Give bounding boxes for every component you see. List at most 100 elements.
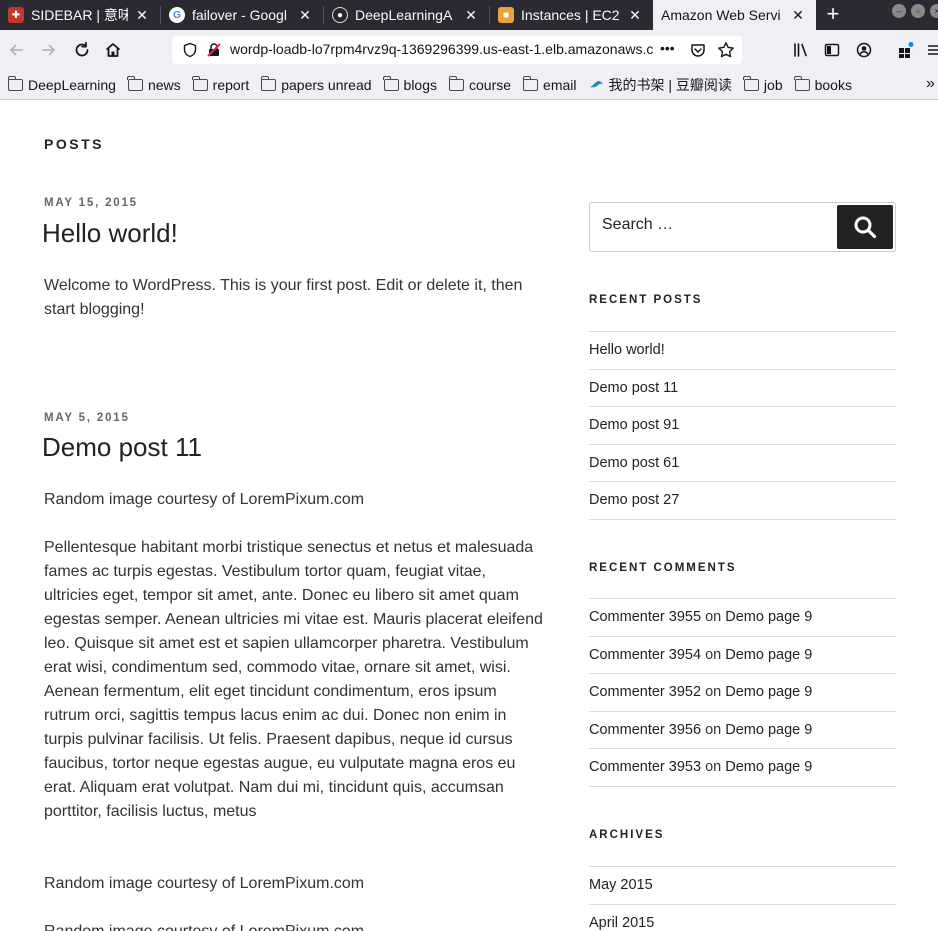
tab-sidebar[interactable]: ✚ SIDEBAR | 意味 ✕ [0, 0, 160, 30]
address-bar[interactable]: wordp-loadb-lo7rpm4rvz9q-1369296399.us-e… [172, 36, 742, 64]
bookmark-news[interactable]: news [127, 75, 181, 93]
recent-post-link[interactable]: Demo post 11 [589, 370, 896, 407]
extensions-button[interactable] [894, 38, 918, 62]
archives-list: May 2015 April 2015 [589, 866, 896, 931]
bookmark-label: books [814, 76, 852, 93]
home-button[interactable] [101, 38, 125, 62]
aws-cube-icon: ■ [498, 7, 514, 23]
back-button[interactable] [4, 38, 28, 62]
comment-on-text: on [705, 721, 722, 738]
page-actions-menu-icon[interactable]: ••• [660, 40, 675, 56]
tab-instances-ec2[interactable]: ■ Instances | EC2 ✕ [490, 0, 653, 30]
comment-author-link[interactable]: Commenter 3956 [589, 722, 701, 738]
bookmark-star-icon[interactable] [717, 41, 735, 64]
recent-posts-list: Hello world! Demo post 11 Demo post 91 D… [589, 331, 896, 520]
bookmark-label: email [543, 76, 577, 93]
close-tab-icon[interactable]: ✕ [627, 7, 643, 24]
folder-icon [192, 75, 208, 91]
tab-failover-google[interactable]: G failover - Googl ✕ [161, 0, 323, 30]
post-paragraph: Random image courtesy of LoremPixum.com [44, 920, 544, 931]
bookmark-report[interactable]: report [192, 75, 250, 93]
comment-author-link[interactable]: Commenter 3955 [589, 609, 701, 625]
folder-icon [448, 75, 464, 91]
bookmark-books[interactable]: books [794, 75, 852, 93]
recent-post-link[interactable]: Demo post 27 [589, 482, 896, 520]
post-paragraph: Random image courtesy of LoremPixum.com [44, 875, 365, 892]
post-title[interactable]: Demo post 11 [42, 432, 202, 463]
sidebar-toggle-button[interactable] [820, 38, 844, 62]
reload-icon [75, 41, 89, 57]
comment-post-link[interactable]: Demo page 9 [725, 722, 812, 738]
close-tab-icon[interactable]: ✕ [790, 7, 806, 24]
recent-post-link[interactable]: Demo post 91 [589, 407, 896, 445]
bookmark-deeplearning[interactable]: DeepLearning [7, 75, 116, 93]
app-menu-button[interactable] [922, 38, 938, 62]
url-text[interactable]: wordp-loadb-lo7rpm4rvz9q-1369296399.us-e… [230, 41, 654, 57]
comment-author-link[interactable]: Commenter 3953 [589, 759, 701, 775]
comment-post-link[interactable]: Demo page 9 [725, 647, 812, 663]
account-button[interactable] [852, 38, 876, 62]
bookmark-papers-unread[interactable]: papers unread [260, 75, 372, 93]
maximize-window-icon[interactable]: ▫ [911, 4, 925, 18]
minimize-window-icon[interactable]: – [892, 4, 906, 18]
tab-title: failover - Googl [192, 7, 287, 23]
comment-author-link[interactable]: Commenter 3954 [589, 647, 701, 663]
archive-link[interactable]: April 2015 [589, 905, 896, 931]
bookmark-douban-reading[interactable]: 我的书架 | 豆瓣阅读 [589, 75, 732, 95]
recent-comment-item: Commenter 3954 on Demo page 9 [589, 637, 896, 674]
post-paragraph: Random image courtesy of LoremPixum.com [44, 491, 365, 508]
insecure-lock-icon[interactable] [206, 42, 222, 63]
search-button[interactable] [837, 205, 893, 249]
comment-author-link[interactable]: Commenter 3952 [589, 684, 701, 700]
new-tab-button[interactable]: + [820, 0, 846, 30]
tracking-shield-icon[interactable] [182, 42, 198, 63]
close-window-icon[interactable]: × [930, 4, 938, 18]
bookmark-label: DeepLearning [28, 76, 116, 93]
search-input[interactable] [602, 216, 832, 234]
recent-post-link[interactable]: Demo post 61 [589, 445, 896, 482]
search-icon [854, 216, 877, 239]
douban-icon [589, 80, 603, 87]
close-tab-icon[interactable]: ✕ [463, 7, 479, 24]
library-button[interactable] [789, 38, 813, 62]
post-date[interactable]: MAY 5, 2015 [44, 412, 130, 424]
bookmark-label: news [147, 76, 181, 93]
forward-button[interactable] [37, 38, 61, 62]
archive-link[interactable]: May 2015 [589, 867, 896, 905]
github-icon: ● [332, 7, 348, 23]
recent-comments-list: Commenter 3955 on Demo page 9 Commenter … [589, 598, 896, 787]
post-title[interactable]: Hello world! [42, 218, 178, 249]
folder-icon [7, 75, 23, 91]
recent-comment-item: Commenter 3955 on Demo page 9 [589, 599, 896, 637]
bookmark-course[interactable]: course [448, 75, 511, 93]
bookmark-blogs[interactable]: blogs [383, 75, 437, 93]
bookmark-email[interactable]: email [522, 75, 577, 93]
folder-icon [383, 75, 399, 91]
folder-icon [260, 75, 277, 91]
bookmark-job[interactable]: job [743, 75, 783, 93]
recent-comment-item: Commenter 3956 on Demo page 9 [589, 712, 896, 749]
comment-post-link[interactable]: Demo page 9 [725, 609, 812, 625]
comment-post-link[interactable]: Demo page 9 [725, 759, 812, 775]
reload-button[interactable] [70, 38, 94, 62]
post-date[interactable]: MAY 15, 2015 [44, 197, 138, 209]
navigation-toolbar: wordp-loadb-lo7rpm4rvz9q-1369296399.us-e… [0, 30, 938, 70]
comment-on-text: on [705, 759, 722, 775]
site-favicon-icon: ✚ [8, 7, 24, 23]
tab-amazon-web-services[interactable]: Amazon Web Servi ✕ [653, 0, 816, 30]
tab-title: Amazon Web Servi [661, 7, 781, 23]
recent-post-link[interactable]: Hello world! [589, 332, 896, 370]
tab-title: Instances | EC2 [521, 7, 620, 23]
close-tab-icon[interactable]: ✕ [297, 7, 313, 24]
bookmarks-overflow-icon[interactable]: » [926, 75, 935, 93]
pocket-icon[interactable] [690, 42, 706, 63]
bookmark-label: 我的书架 | 豆瓣阅读 [608, 76, 732, 93]
tab-deeplearning-github[interactable]: ● DeepLearningA ✕ [324, 0, 489, 30]
folder-icon [794, 75, 810, 91]
library-icon [794, 43, 807, 57]
close-tab-icon[interactable]: ✕ [134, 7, 150, 24]
bookmark-label: papers unread [281, 76, 372, 93]
comment-post-link[interactable]: Demo page 9 [725, 684, 812, 700]
folder-icon [522, 75, 539, 91]
bookmark-label: report [212, 76, 250, 93]
